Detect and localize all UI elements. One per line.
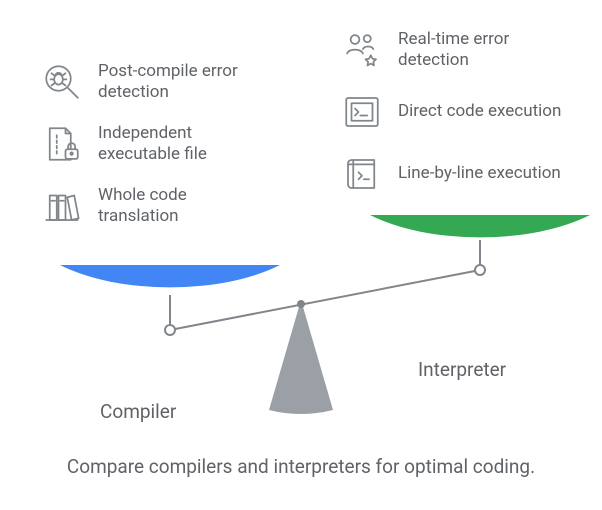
interpreter-label: Interpreter [418, 358, 506, 381]
right-pan [370, 215, 590, 237]
scale-base [269, 300, 333, 414]
left-hanger-ring [165, 325, 175, 335]
left-pan [60, 265, 280, 287]
right-hanger-ring [475, 265, 485, 275]
comparison-diagram: Post-compile error detection Independent… [0, 0, 602, 510]
scale-pivot [297, 300, 305, 308]
balance-scale [0, 0, 602, 510]
compiler-label: Compiler [100, 400, 176, 423]
diagram-caption: Compare compilers and interpreters for o… [0, 455, 602, 478]
